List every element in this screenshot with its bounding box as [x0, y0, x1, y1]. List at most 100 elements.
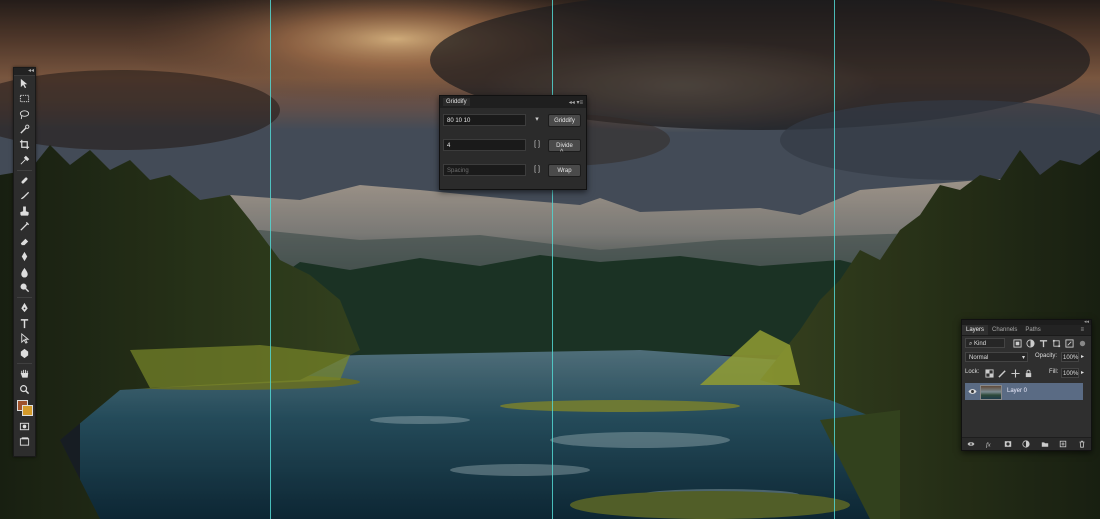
- blur-icon: [21, 267, 28, 278]
- new-layer-icon[interactable]: [1059, 440, 1067, 448]
- divide-button[interactable]: Divide: [548, 139, 581, 152]
- layer-style-icon[interactable]: fx: [986, 440, 994, 448]
- eye-icon[interactable]: [968, 387, 977, 396]
- fill-slider-arrow[interactable]: ▸: [1081, 369, 1084, 376]
- quick-selection-tool[interactable]: [14, 122, 35, 137]
- lock-transparent-icon[interactable]: [985, 369, 994, 378]
- griddify-menu-button[interactable]: ▾≡: [576, 100, 583, 106]
- layers-bottom-toolbar: fx: [962, 437, 1091, 450]
- gradient-icon: [21, 252, 28, 262]
- hand-tool[interactable]: [14, 366, 35, 381]
- pen-tool-icon: [21, 303, 28, 313]
- blend-opacity-row: Normal ▾ Opacity: 100% ▸: [965, 352, 1088, 363]
- dodge-tool[interactable]: [14, 280, 35, 295]
- spacing-input[interactable]: Spacing: [443, 164, 526, 176]
- shape-tool-icon: [20, 349, 29, 359]
- clone-stamp-tool[interactable]: [14, 203, 35, 218]
- hand-tool-icon: [20, 370, 29, 379]
- fill-input[interactable]: 100%: [1061, 368, 1079, 378]
- photo-canvas[interactable]: [0, 0, 1100, 519]
- screen-mode-icon: [19, 437, 30, 446]
- lasso-tool-icon: [19, 110, 30, 119]
- tab-channels[interactable]: Channels: [988, 325, 1021, 335]
- vertical-guide[interactable]: [834, 0, 835, 519]
- grid-presets-dropdown[interactable]: ▾: [532, 114, 542, 126]
- layer-row[interactable]: Layer 0: [965, 383, 1083, 400]
- quick-selection-icon: [20, 124, 30, 134]
- healing-brush-tool[interactable]: [14, 173, 35, 188]
- new-group-icon[interactable]: [1041, 440, 1049, 448]
- griddify-panel: Griddify ◂◂ ▾≡ 80 10 10 ▾ Griddify 4 [ ]…: [439, 95, 587, 190]
- tab-paths[interactable]: Paths: [1021, 325, 1044, 335]
- lock-fill-row: Lock: Fill: 100% ▸: [965, 368, 1088, 379]
- gradient-tool[interactable]: [14, 249, 35, 264]
- divide-count-input[interactable]: 4: [443, 139, 526, 151]
- vertical-guide[interactable]: [552, 0, 553, 519]
- tools-panel: ◂◂: [13, 67, 36, 457]
- vertical-guide[interactable]: [270, 0, 271, 519]
- fill-label: Fill:: [1049, 369, 1059, 375]
- background-color-swatch[interactable]: [22, 404, 33, 416]
- filter-adjustment-icon[interactable]: [1026, 339, 1035, 348]
- eraser-tool[interactable]: [14, 234, 35, 249]
- eraser-icon: [20, 238, 29, 246]
- blend-mode-select[interactable]: Normal ▾: [965, 352, 1028, 362]
- brush-tool[interactable]: [14, 188, 35, 203]
- lock-all-icon[interactable]: [1024, 369, 1033, 378]
- layer-name[interactable]: Layer 0: [1007, 388, 1027, 394]
- opacity-slider-arrow[interactable]: ▸: [1081, 353, 1084, 360]
- chevron-down-icon: ▾: [1021, 355, 1025, 361]
- wrap-button[interactable]: Wrap: [548, 164, 581, 177]
- crop-tool-icon: [19, 140, 30, 150]
- divide-bracket-toggle[interactable]: [ ]: [532, 139, 542, 151]
- lock-position-icon[interactable]: [1011, 369, 1020, 378]
- filter-smart-object-icon[interactable]: [1065, 339, 1074, 348]
- griddify-button[interactable]: Griddify: [548, 114, 581, 127]
- chevron-up-icon: ^: [560, 149, 564, 156]
- history-brush-tool[interactable]: [14, 219, 35, 234]
- link-layers-icon[interactable]: [967, 440, 975, 448]
- path-selection-tool[interactable]: [14, 331, 35, 346]
- zoom-tool-icon: [20, 384, 30, 394]
- griddify-collapse-button[interactable]: ◂◂: [569, 100, 575, 106]
- tools-panel-collapse[interactable]: ◂◂: [14, 68, 35, 76]
- crop-tool[interactable]: [14, 137, 35, 152]
- griddify-titlebar[interactable]: Griddify ◂◂ ▾≡: [440, 96, 586, 108]
- zoom-tool[interactable]: [14, 382, 35, 397]
- layers-panel-menu-button[interactable]: ≡: [1076, 325, 1088, 335]
- griddify-tab[interactable]: Griddify: [443, 98, 470, 106]
- path-selection-icon: [21, 332, 30, 344]
- filter-pixel-icon[interactable]: [1013, 339, 1022, 348]
- quick-mask-button[interactable]: [14, 419, 35, 434]
- lock-label: Lock:: [965, 369, 980, 375]
- tab-layers[interactable]: Layers: [962, 325, 989, 335]
- wrap-bracket-toggle[interactable]: [ ]: [532, 164, 542, 176]
- grid-columns-input[interactable]: 80 10 10: [443, 114, 526, 126]
- marquee-tool[interactable]: [14, 91, 35, 106]
- layer-thumbnail: [980, 385, 1002, 400]
- layer-filter-kind-select[interactable]: ⌕ Kind: [965, 338, 1005, 348]
- move-tool-icon: [20, 79, 28, 89]
- filter-type-icon[interactable]: [1039, 339, 1048, 348]
- opacity-input[interactable]: 100%: [1061, 352, 1079, 362]
- move-tool[interactable]: [14, 76, 35, 91]
- history-brush-icon: [20, 221, 30, 231]
- delete-layer-icon[interactable]: [1078, 440, 1086, 448]
- blur-tool[interactable]: [14, 265, 35, 280]
- color-swatches[interactable]: [14, 397, 35, 419]
- type-tool[interactable]: [14, 315, 35, 330]
- lasso-tool[interactable]: [14, 107, 35, 122]
- screen-mode-button[interactable]: [14, 434, 35, 449]
- pen-tool[interactable]: [14, 300, 35, 315]
- shape-tool[interactable]: [14, 346, 35, 361]
- add-mask-icon[interactable]: [1004, 440, 1012, 448]
- marquee-tool-icon: [19, 95, 30, 103]
- opacity-label: Opacity:: [1035, 353, 1058, 359]
- lock-pixels-icon[interactable]: [998, 369, 1007, 378]
- filter-toggle-icon[interactable]: [1078, 339, 1087, 348]
- filter-shape-icon[interactable]: [1052, 339, 1061, 348]
- clone-stamp-icon: [20, 205, 29, 216]
- adjustment-layer-icon[interactable]: [1022, 440, 1031, 448]
- quick-mask-icon: [19, 422, 30, 431]
- eyedropper-tool[interactable]: [14, 152, 35, 167]
